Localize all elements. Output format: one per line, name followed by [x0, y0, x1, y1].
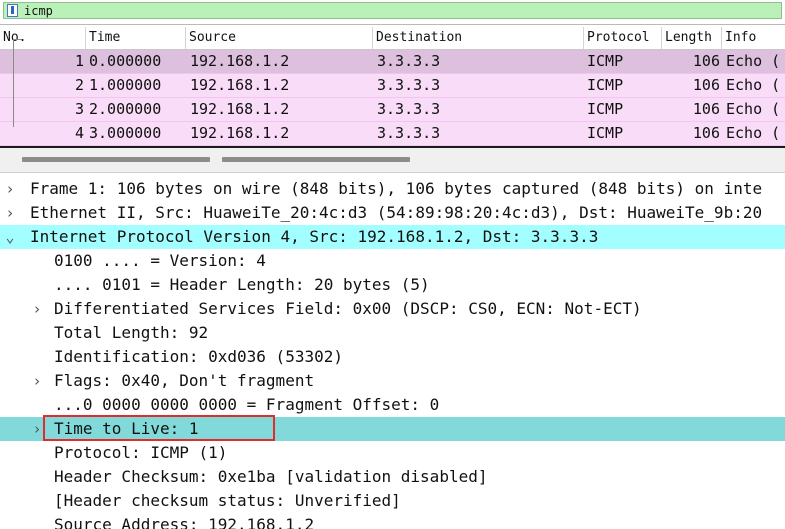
detail-header-length[interactable]: .... 0101 = Header Length: 20 bytes (5)	[0, 273, 785, 297]
column-header-destination[interactable]: Destination	[373, 27, 584, 49]
detail-text: Total Length: 92	[54, 323, 209, 342]
detail-text: ...0 0000 0000 0000 = Fragment Offset: 0	[54, 395, 440, 414]
packet-destination: 3.3.3.3	[377, 124, 441, 142]
detail-text: Protocol: ICMP (1)	[54, 443, 228, 462]
conversation-bracket	[13, 39, 14, 127]
display-filter-bar: icmp	[0, 0, 785, 25]
packet-info: Echo (	[726, 52, 781, 70]
packet-source: 192.168.1.2	[190, 76, 290, 94]
chevron-right-icon[interactable]: ›	[30, 297, 44, 321]
packet-rows: 1 0.000000 192.168.1.2 3.3.3.3 ICMP 106 …	[0, 50, 785, 146]
detail-version[interactable]: 0100 .... = Version: 4	[0, 249, 785, 273]
packet-time: 0.000000	[89, 52, 162, 70]
detail-text: Differentiated Services Field: 0x00 (DSC…	[54, 299, 642, 318]
packet-destination: 3.3.3.3	[377, 100, 441, 118]
packet-time: 3.000000	[89, 124, 162, 142]
detail-text: Internet Protocol Version 4, Src: 192.16…	[30, 227, 599, 246]
detail-ethernet[interactable]: › Ethernet II, Src: HuaweiTe_20:4c:d3 (5…	[0, 201, 785, 225]
detail-text: Ethernet II, Src: HuaweiTe_20:4c:d3 (54:…	[30, 203, 763, 222]
packet-source: 192.168.1.2	[190, 100, 290, 118]
scrollbar-thumb-right[interactable]	[222, 157, 410, 162]
packet-row[interactable]: 3 2.000000 192.168.1.2 3.3.3.3 ICMP 106 …	[0, 98, 785, 122]
detail-checksum-status[interactable]: [Header checksum status: Unverified]	[0, 489, 785, 513]
packet-source: 192.168.1.2	[190, 124, 290, 142]
packet-info: Echo (	[726, 76, 781, 94]
detail-protocol[interactable]: Protocol: ICMP (1)	[0, 441, 785, 465]
packet-protocol: ICMP	[587, 100, 624, 118]
detail-text: Flags: 0x40, Don't fragment	[54, 371, 315, 390]
detail-fragment-offset[interactable]: ...0 0000 0000 0000 = Fragment Offset: 0	[0, 393, 785, 417]
packet-info: Echo (	[726, 100, 781, 118]
packet-protocol: ICMP	[587, 124, 624, 142]
conversation-bracket-tick	[13, 39, 22, 40]
packet-length: 106	[692, 76, 720, 94]
packet-list-scrollbar[interactable]	[0, 148, 785, 173]
chevron-right-icon[interactable]: ›	[30, 417, 44, 441]
bookmark-icon[interactable]	[7, 4, 18, 17]
packet-info: Echo (	[726, 124, 781, 142]
detail-text: Header Checksum: 0xe1ba [validation disa…	[54, 467, 488, 486]
packet-length: 106	[692, 52, 720, 70]
detail-text: 0100 .... = Version: 4	[54, 251, 266, 270]
chevron-down-icon[interactable]: ⌄	[3, 225, 17, 249]
scrollbar-thumb-left[interactable]	[22, 157, 210, 162]
chevron-right-icon[interactable]: ›	[3, 201, 17, 225]
detail-source-address[interactable]: Source Address: 192.168.1.2	[0, 513, 785, 529]
chevron-right-icon[interactable]: ›	[30, 369, 44, 393]
detail-text: .... 0101 = Header Length: 20 bytes (5)	[54, 275, 430, 294]
packet-protocol: ICMP	[587, 52, 624, 70]
detail-text: Source Address: 192.168.1.2	[54, 515, 315, 529]
packet-row[interactable]: 4 3.000000 192.168.1.2 3.3.3.3 ICMP 106 …	[0, 122, 785, 146]
detail-identification[interactable]: Identification: 0xd036 (53302)	[0, 345, 785, 369]
packet-list-header: No. Time Source Destination Protocol Len…	[0, 27, 785, 50]
packet-row[interactable]: 1 0.000000 192.168.1.2 3.3.3.3 ICMP 106 …	[0, 50, 785, 74]
detail-ttl[interactable]: › Time to Live: 1	[0, 417, 785, 441]
packet-destination: 3.3.3.3	[377, 52, 441, 70]
packet-time: 1.000000	[89, 76, 162, 94]
column-header-length[interactable]: Length	[662, 27, 722, 49]
detail-text: Time to Live: 1	[54, 419, 199, 438]
detail-checksum[interactable]: Header Checksum: 0xe1ba [validation disa…	[0, 465, 785, 489]
detail-text: Identification: 0xd036 (53302)	[54, 347, 343, 366]
filter-text: icmp	[24, 4, 53, 18]
column-header-source[interactable]: Source	[186, 27, 373, 49]
detail-frame[interactable]: › Frame 1: 106 bytes on wire (848 bits),…	[0, 177, 785, 201]
packet-source: 192.168.1.2	[190, 52, 290, 70]
detail-flags[interactable]: › Flags: 0x40, Don't fragment	[0, 369, 785, 393]
display-filter-input[interactable]: icmp	[3, 2, 782, 19]
packet-details-tree: › Frame 1: 106 bytes on wire (848 bits),…	[0, 177, 785, 529]
packet-time: 2.000000	[89, 100, 162, 118]
packet-destination: 3.3.3.3	[377, 76, 441, 94]
packet-length: 106	[692, 100, 720, 118]
packet-protocol: ICMP	[587, 76, 624, 94]
detail-text: Frame 1: 106 bytes on wire (848 bits), 1…	[30, 179, 763, 198]
packet-row[interactable]: 2 1.000000 192.168.1.2 3.3.3.3 ICMP 106 …	[0, 74, 785, 98]
column-header-protocol[interactable]: Protocol	[584, 27, 662, 49]
packet-length: 106	[692, 124, 720, 142]
detail-ipv4[interactable]: ⌄ Internet Protocol Version 4, Src: 192.…	[0, 225, 785, 249]
column-header-info[interactable]: Info	[722, 27, 785, 49]
packet-list: No. Time Source Destination Protocol Len…	[0, 27, 785, 148]
chevron-right-icon[interactable]: ›	[3, 177, 17, 201]
detail-dsfield[interactable]: › Differentiated Services Field: 0x00 (D…	[0, 297, 785, 321]
column-header-time[interactable]: Time	[86, 27, 186, 49]
detail-total-length[interactable]: Total Length: 92	[0, 321, 785, 345]
detail-text: [Header checksum status: Unverified]	[54, 491, 401, 510]
